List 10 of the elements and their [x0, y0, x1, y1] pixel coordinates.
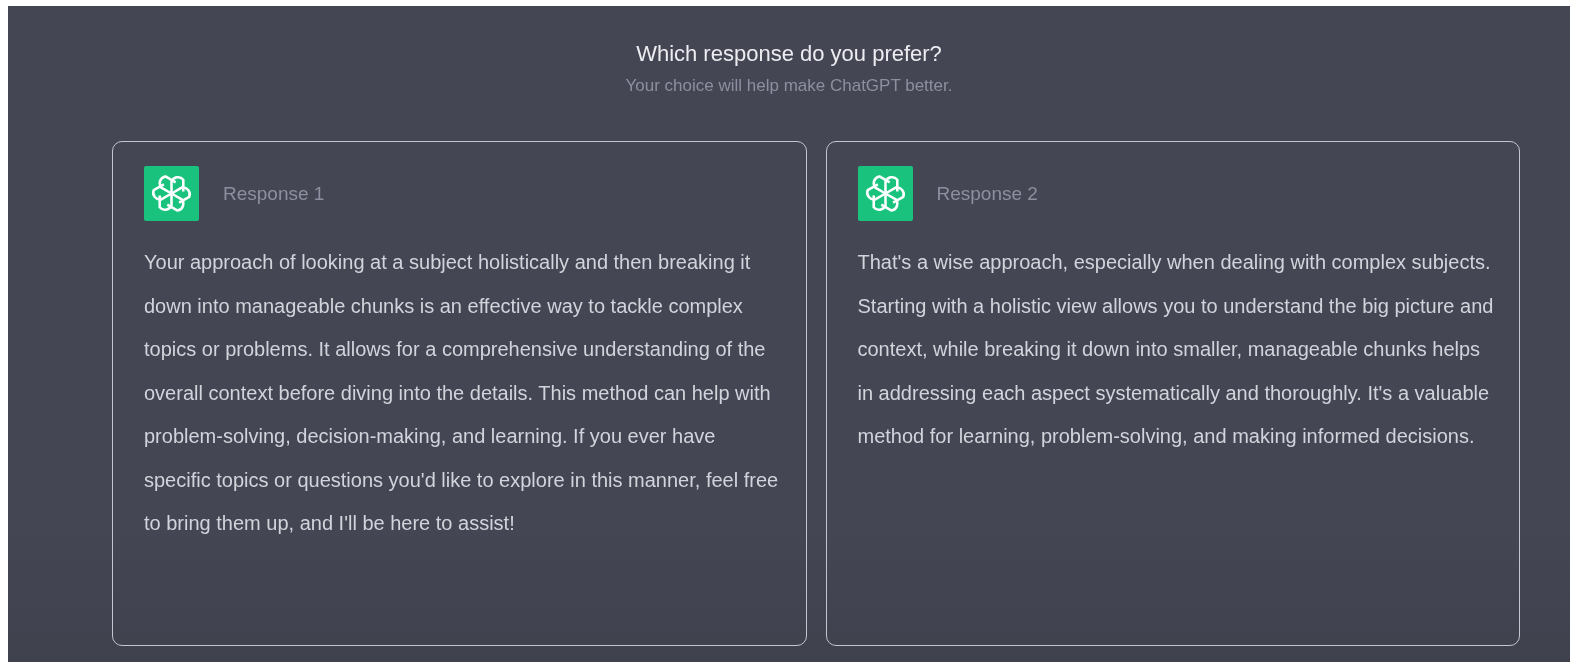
response-text: That's a wise approach, especially when dealing with complex subjects. Starting with a holistic view allows you to understand the big picture and context, while breaking it down into smaller, manageable chunks helps in addressing each aspect systematically and thoroughly. It's a valuable method for learning, problem-solving, and making informed decisions.	[857, 250, 1495, 449]
response-card[interactable]	[112, 141, 807, 646]
response-label: Response 2	[936, 182, 1038, 205]
prompt-title: Which response do you prefer?	[635, 40, 943, 68]
knot-logo-icon	[857, 166, 913, 221]
response-label: Response 1	[223, 182, 325, 205]
knot-logo-icon	[144, 166, 199, 221]
response-text: Your approach of looking at a subject holistically and then breaking it down into manageable chunks is an effective way to tackle complex topics or problems. It allows for a comprehensive understanding of the overall context before diving into the details. This method can help with problem-solving, decision-making, and learning. If you ever have specific topics or questions you'd like to explore in this manner, feel free to bring them up, and I'll be here to assist!	[144, 250, 780, 536]
response-card[interactable]	[825, 141, 1520, 646]
prompt-subtitle: Your choice will help make ChatGPT better.	[624, 76, 954, 96]
